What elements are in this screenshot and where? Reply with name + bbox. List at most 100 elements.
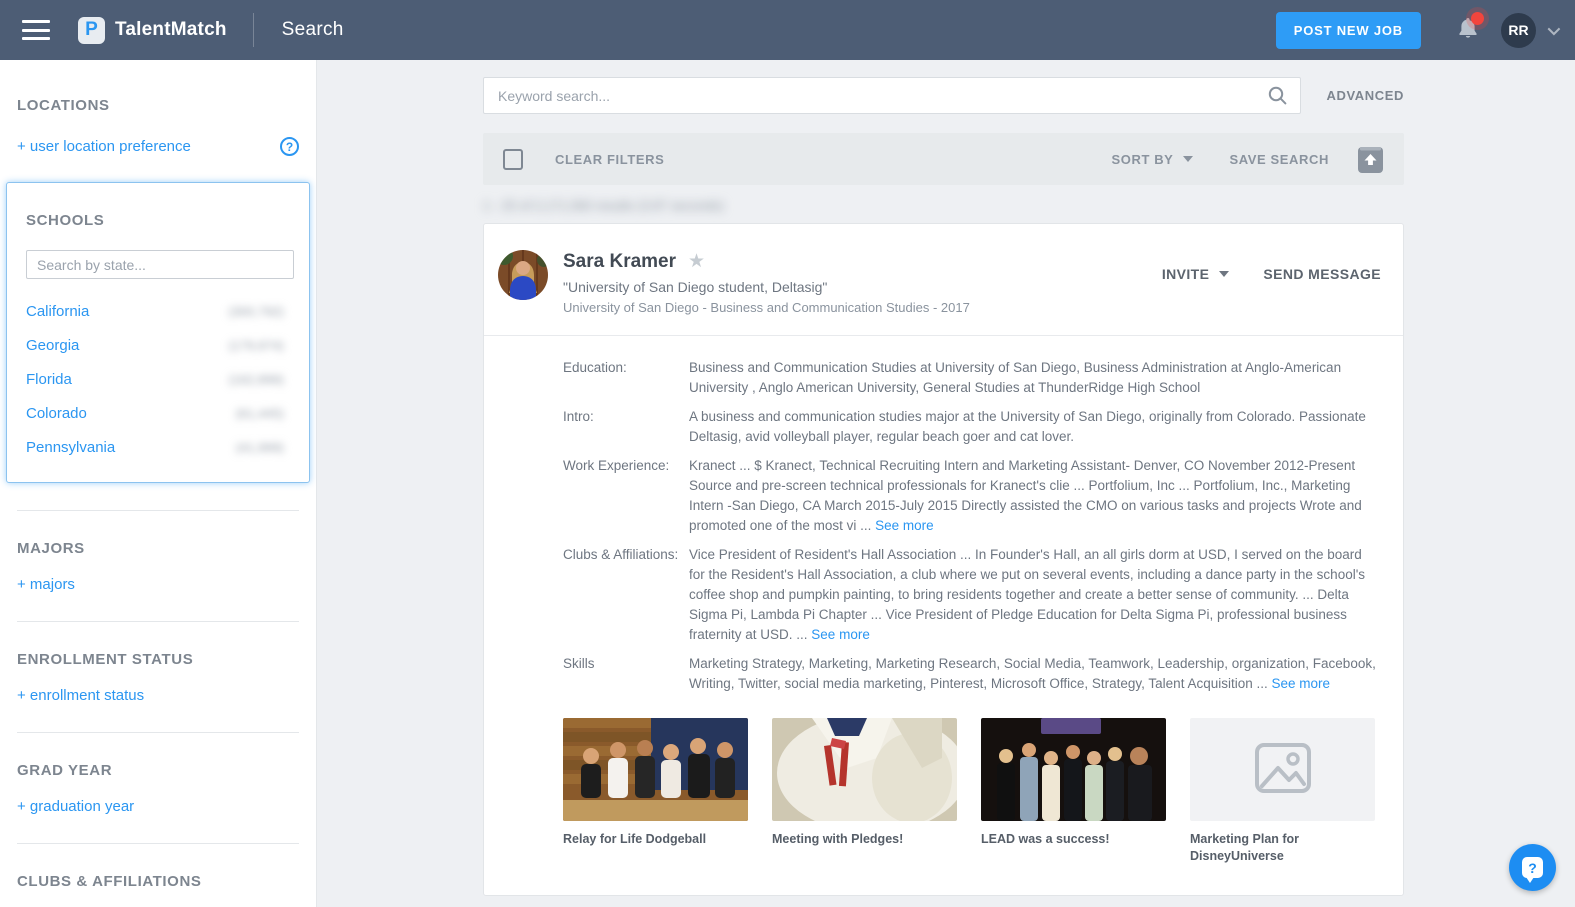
state-link[interactable]: Florida bbox=[26, 371, 72, 388]
search-icon[interactable] bbox=[1267, 85, 1288, 111]
state-row-florida: Florida (162,899) bbox=[26, 371, 290, 388]
keyword-search-input[interactable] bbox=[483, 77, 1301, 114]
candidate-school-line: University of San Diego - Business and C… bbox=[563, 300, 970, 315]
state-list: California (300,792) Georgia (179,974) F… bbox=[26, 303, 290, 456]
field-label: Education: bbox=[563, 360, 627, 375]
help-question-icon: ? bbox=[1522, 857, 1543, 883]
help-fab-button[interactable]: ? bbox=[1509, 844, 1556, 891]
enrollment-section-title: ENROLLMENT STATUS bbox=[17, 651, 194, 668]
sort-by-dropdown[interactable]: SORT BY bbox=[1111, 151, 1194, 167]
clear-filters-button[interactable]: CLEAR FILTERS bbox=[555, 152, 664, 167]
field-row-intro: Intro: A business and communication stud… bbox=[563, 407, 1377, 447]
select-all-checkbox[interactable] bbox=[503, 148, 523, 170]
export-icon[interactable] bbox=[1357, 144, 1384, 175]
filters-sidebar: LOCATIONS + user location preference ? S… bbox=[0, 60, 317, 907]
favorite-star-icon[interactable]: ★ bbox=[688, 250, 705, 273]
state-count-redacted: (162,899) bbox=[228, 372, 284, 387]
state-count-redacted: (300,792) bbox=[228, 304, 284, 319]
help-question-icon[interactable]: ? bbox=[280, 137, 299, 156]
state-row-georgia: Georgia (179,974) bbox=[26, 337, 290, 354]
hamburger-menu-icon[interactable] bbox=[22, 20, 50, 40]
field-row-work-experience: Work Experience: Kranect ... $ Kranect, … bbox=[563, 456, 1377, 536]
field-label: Work Experience: bbox=[563, 458, 670, 473]
state-link[interactable]: Georgia bbox=[26, 337, 79, 354]
schools-filter-panel: SCHOOLS California (300,792) Georgia (17… bbox=[6, 182, 310, 483]
photo-caption: Marketing Plan for DisneyUniverse bbox=[1190, 832, 1300, 863]
notifications-bell-icon[interactable] bbox=[1457, 11, 1484, 45]
candidate-name[interactable]: Sara Kramer bbox=[563, 251, 676, 273]
navbar-divider bbox=[252, 13, 254, 47]
state-count-redacted: (179,974) bbox=[228, 338, 284, 353]
sidebar-divider bbox=[17, 621, 299, 622]
see-more-link[interactable]: See more bbox=[1272, 676, 1331, 691]
state-row-pennsylvania: Pennsylvania (41,999) bbox=[26, 439, 290, 456]
state-count-redacted: (61,445) bbox=[235, 406, 284, 421]
field-row-skills: Skills Marketing Strategy, Marketing, Ma… bbox=[563, 654, 1377, 694]
state-link[interactable]: Colorado bbox=[26, 405, 87, 422]
photo-pledges[interactable] bbox=[772, 718, 957, 821]
search-results-main: ADVANCED CLEAR FILTERS SORT BY SAVE SEAR… bbox=[317, 60, 1575, 907]
chevron-down-icon bbox=[1219, 271, 1230, 277]
post-new-job-button[interactable]: POST NEW JOB bbox=[1275, 11, 1421, 49]
state-count-redacted: (41,999) bbox=[235, 440, 284, 455]
filter-toolbar: CLEAR FILTERS SORT BY SAVE SEARCH bbox=[483, 133, 1404, 185]
candidate-avatar[interactable] bbox=[498, 250, 548, 300]
photo-placeholder[interactable] bbox=[1190, 718, 1375, 821]
app-logo[interactable]: P TalentMatch bbox=[78, 16, 227, 44]
portfolio-item: Meeting with Pledges! bbox=[772, 718, 957, 865]
state-link[interactable]: California bbox=[26, 303, 89, 320]
sidebar-divider bbox=[17, 732, 299, 733]
results-summary-redacted: 1 - 25 of 2,171,560 results (3.87 second… bbox=[483, 198, 724, 213]
photo-lead[interactable] bbox=[981, 718, 1166, 821]
send-message-button[interactable]: SEND MESSAGE bbox=[1263, 266, 1381, 282]
schools-state-search-input[interactable] bbox=[26, 250, 294, 279]
candidate-card: Sara Kramer ★ "University of San Diego s… bbox=[483, 223, 1404, 896]
field-label: Intro: bbox=[563, 409, 594, 424]
photo-caption: Relay for Life Dodgeball bbox=[563, 832, 707, 846]
portfolio-item: Relay for Life Dodgeball bbox=[563, 718, 748, 865]
field-text: Kranect ... $ Kranect, Technical Recruit… bbox=[689, 458, 1362, 533]
advanced-search-link[interactable]: ADVANCED bbox=[1326, 88, 1404, 103]
state-link[interactable]: Pennsylvania bbox=[26, 439, 115, 456]
notification-dot bbox=[1471, 11, 1484, 25]
app-name: TalentMatch bbox=[115, 19, 227, 40]
chevron-down-icon bbox=[1183, 156, 1194, 162]
portfolio-item: Marketing Plan for DisneyUniverse bbox=[1190, 718, 1375, 865]
clubs-section-title: CLUBS & AFFILIATIONS bbox=[17, 873, 202, 890]
sidebar-divider bbox=[17, 510, 299, 511]
add-enrollment-status-link[interactable]: + enrollment status bbox=[17, 687, 144, 704]
photo-caption: Meeting with Pledges! bbox=[772, 832, 904, 846]
field-text: Vice President of Resident's Hall Associ… bbox=[689, 547, 1366, 642]
add-graduation-year-link[interactable]: + graduation year bbox=[17, 798, 134, 815]
field-label: Clubs & Affiliations: bbox=[563, 547, 679, 562]
schools-section-title: SCHOOLS bbox=[26, 212, 105, 229]
field-text: Business and Communication Studies at Un… bbox=[689, 360, 1342, 395]
add-majors-link[interactable]: + majors bbox=[17, 576, 75, 593]
logo-p-icon: P bbox=[78, 16, 105, 44]
locations-section-title: LOCATIONS bbox=[17, 97, 110, 114]
sidebar-divider bbox=[17, 843, 299, 844]
invite-label: INVITE bbox=[1161, 266, 1210, 282]
field-text: A business and communication studies maj… bbox=[689, 409, 1366, 444]
candidate-tagline: "University of San Diego student, Deltas… bbox=[563, 279, 828, 295]
field-row-clubs-affiliations: Clubs & Affiliations: Vice President of … bbox=[563, 545, 1377, 645]
add-location-preference-link[interactable]: + user location preference bbox=[17, 138, 191, 155]
majors-section-title: MAJORS bbox=[17, 540, 85, 557]
invite-dropdown-button[interactable]: INVITE bbox=[1162, 266, 1230, 282]
state-row-colorado: Colorado (61,445) bbox=[26, 405, 290, 422]
field-label: Skills bbox=[563, 656, 595, 671]
page-title: Search bbox=[281, 19, 344, 40]
see-more-link[interactable]: See more bbox=[875, 518, 934, 533]
photo-dodgeball[interactable] bbox=[563, 718, 748, 821]
save-search-button[interactable]: SAVE SEARCH bbox=[1229, 152, 1329, 167]
grad-year-section-title: GRAD YEAR bbox=[17, 762, 113, 779]
sort-by-label: SORT BY bbox=[1111, 151, 1174, 167]
state-row-california: California (300,792) bbox=[26, 303, 290, 320]
account-chevron-down-icon[interactable] bbox=[1547, 22, 1561, 35]
portfolio-photos-row: Relay for Life Dodgeball Meeting with Pl… bbox=[563, 718, 1377, 865]
user-avatar[interactable]: RR bbox=[1501, 12, 1536, 48]
see-more-link[interactable]: See more bbox=[811, 627, 870, 642]
top-navbar: P TalentMatch Search POST NEW JOB RR bbox=[0, 0, 1575, 60]
field-row-education: Education: Business and Communication St… bbox=[563, 358, 1377, 398]
portfolio-item: LEAD was a success! bbox=[981, 718, 1166, 865]
